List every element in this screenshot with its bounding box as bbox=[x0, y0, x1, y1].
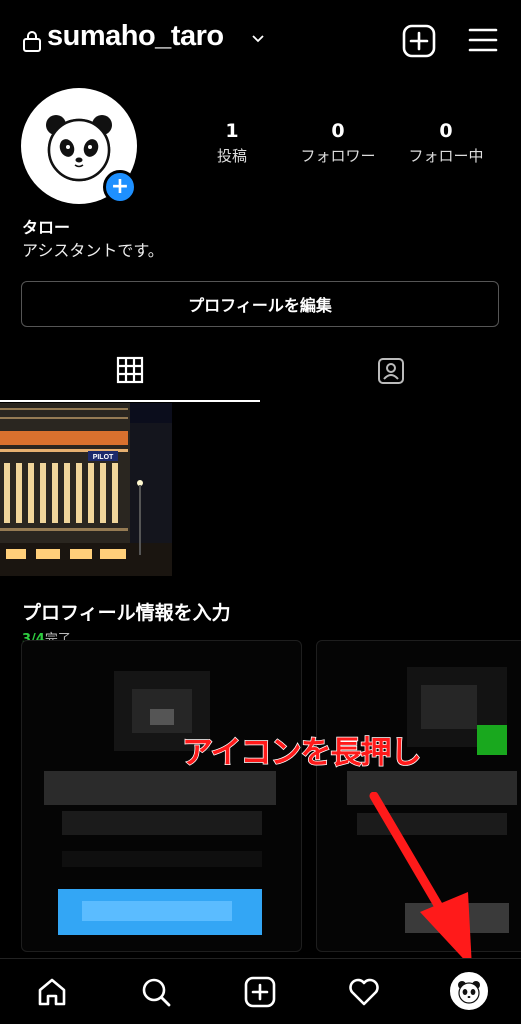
plus-square-icon[interactable] bbox=[402, 24, 436, 58]
display-name: タロー bbox=[22, 218, 71, 237]
home-icon bbox=[38, 978, 66, 1006]
stat-value: 0 bbox=[439, 120, 453, 142]
stat-value: 1 bbox=[225, 120, 239, 142]
edit-profile-button[interactable]: プロフィールを編集 bbox=[21, 281, 499, 327]
tab-tagged[interactable] bbox=[260, 348, 521, 402]
night-building-photo: PILOT bbox=[0, 403, 172, 576]
bio-text: アシスタントです。 bbox=[22, 241, 164, 260]
red-arrow-annotation bbox=[369, 792, 472, 968]
nav-activity[interactable] bbox=[346, 974, 382, 1010]
profile-header: sumaho_taro bbox=[0, 0, 521, 84]
tagged-person-icon bbox=[377, 358, 404, 384]
hamburger-menu-icon[interactable] bbox=[468, 27, 498, 53]
tab-posts-grid[interactable] bbox=[0, 348, 260, 402]
stat-label: フォロー中 bbox=[408, 147, 484, 165]
pixelated-area bbox=[421, 685, 477, 729]
stat-followers[interactable]: 0 フォロワー bbox=[290, 120, 386, 166]
pixelated-area bbox=[150, 709, 174, 725]
profile-suggestion-card[interactable] bbox=[21, 640, 302, 952]
stat-value: 0 bbox=[331, 120, 345, 142]
heart-icon bbox=[349, 978, 379, 1006]
lock-icon bbox=[23, 31, 41, 52]
nav-home[interactable] bbox=[34, 974, 70, 1010]
pixelated-area bbox=[62, 811, 262, 835]
nav-profile[interactable] bbox=[450, 972, 488, 1010]
pixelated-area bbox=[82, 901, 232, 921]
grid-icon bbox=[116, 356, 144, 384]
stat-posts[interactable]: 1 投稿 bbox=[202, 120, 262, 166]
long-press-callout: アイコンを長押し bbox=[181, 734, 422, 772]
chevron-down-icon[interactable] bbox=[250, 31, 266, 47]
pixelated-area bbox=[477, 725, 507, 755]
search-icon bbox=[142, 978, 171, 1007]
stat-label: フォロワー bbox=[300, 147, 376, 165]
nav-search[interactable] bbox=[138, 974, 174, 1010]
stat-following[interactable]: 0 フォロー中 bbox=[398, 120, 494, 166]
panda-avatar-icon bbox=[458, 981, 480, 1004]
nav-create[interactable] bbox=[242, 974, 278, 1010]
pixelated-area bbox=[44, 771, 276, 805]
pixelated-area bbox=[62, 851, 262, 867]
post-thumbnail[interactable]: PILOT bbox=[0, 403, 172, 576]
username-switcher[interactable]: sumaho_taro bbox=[47, 20, 224, 53]
add-story-button[interactable]: + bbox=[103, 170, 137, 204]
stat-label: 投稿 bbox=[216, 147, 247, 165]
profile-info-title: プロフィール情報を入力 bbox=[22, 602, 231, 624]
bottom-navigation bbox=[0, 958, 521, 1024]
plus-square-icon bbox=[244, 976, 276, 1008]
svg-text:PILOT: PILOT bbox=[93, 454, 114, 461]
